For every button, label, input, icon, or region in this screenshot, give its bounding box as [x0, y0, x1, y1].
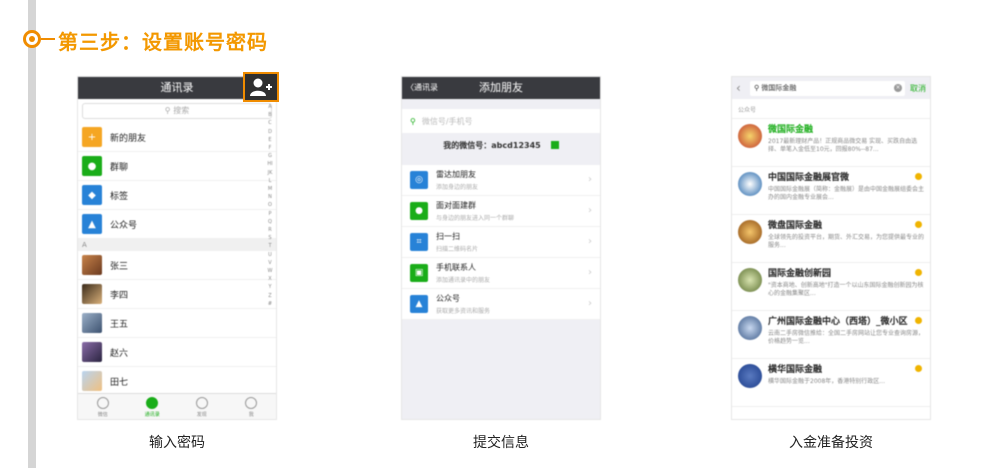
tab-bar: 微信 通讯录 发现 我: [78, 393, 276, 419]
chat-icon: [96, 397, 109, 409]
search-icon: ⚲: [410, 116, 416, 126]
account-logo: [738, 220, 762, 244]
list-item-tags[interactable]: ◆ 标签: [78, 181, 276, 210]
search-results-screenshot: ‹ ⚲ 微国际金融 × 取消 公众号 微国际金融 2017最新理财产品！正规商品微…: [731, 76, 931, 420]
add-contact-button[interactable]: [243, 72, 279, 102]
list-item[interactable]: 横华国际金融 横华国际金融于2008年，香港特别行政区...: [732, 359, 930, 407]
avatar: [82, 342, 102, 362]
person-plus-icon: [250, 78, 272, 96]
account-logo: [738, 172, 762, 196]
person-icon: [245, 397, 258, 409]
contacts-screenshot: 通讯录 ⚲ 搜索 + 新的朋友 ● 群聊 ◆ 标签 ▲ 公众号 A 张三 李四: [77, 76, 277, 420]
section-header: 公众号: [732, 99, 930, 119]
my-wechat-id: 我的微信号：abcd12345: [402, 133, 600, 157]
group-icon: ●: [410, 202, 428, 220]
caption-step-3: 入金准备投资: [789, 435, 873, 451]
tab-chats[interactable]: 微信: [78, 394, 128, 419]
caption-step-1: 输入密码: [149, 435, 205, 451]
list-item-scan[interactable]: ⌗ 扫一扫 扫描二维码名片 ›: [402, 227, 600, 258]
list-item-face-to-face[interactable]: ● 面对面建群 与身边的朋友进入同一个群聊 ›: [402, 196, 600, 227]
qr-code-icon[interactable]: [550, 141, 559, 149]
phone-book-icon: ▣: [410, 264, 428, 282]
chevron-right-icon: ›: [588, 267, 592, 278]
verified-badge-icon: [915, 317, 922, 324]
contact-row[interactable]: 张三: [78, 251, 276, 280]
contact-row[interactable]: 王五: [78, 309, 276, 338]
wechat-id-search-input[interactable]: ⚲ 微信号/手机号: [402, 109, 600, 133]
verified-badge-icon: [915, 173, 922, 180]
tab-discover[interactable]: 发现: [177, 394, 227, 419]
verified-badge-icon: [915, 269, 922, 276]
back-chevron-icon[interactable]: ‹: [736, 81, 750, 95]
tag-icon: ◆: [82, 185, 102, 205]
list-item[interactable]: 微国际金融 2017最新理财产品！正规商品微交易 实现、买跌自由选择、单笔入金低至…: [732, 119, 930, 167]
contact-row[interactable]: 李四: [78, 280, 276, 309]
chevron-right-icon: ›: [588, 205, 592, 216]
chevron-right-icon: ›: [588, 236, 592, 247]
account-logo: [738, 364, 762, 388]
alphabet-index[interactable]: ABCDEFGHIJKLMNOPQRSTUVWXYZ#: [267, 103, 273, 308]
account-logo: [738, 316, 762, 340]
verified-badge-icon: [915, 365, 922, 372]
list-item[interactable]: 广州国际金融中心（西塔）_微小区 云南二手房微信推给：全国二手房网站让您专业查询房…: [732, 311, 930, 359]
search-input[interactable]: ⚲ 微国际金融 ×: [750, 80, 905, 96]
step-title: 第三步：设置账号密码: [58, 30, 268, 54]
official-account-icon: ▲: [82, 214, 102, 234]
list-item[interactable]: 中国国际金融展官微 中国国际金融展（简称：金融展）是由中国金融展组委会主办的国内金…: [732, 167, 930, 215]
list-item-official-accounts[interactable]: ▲ 公众号 获取更多资讯和服务 ›: [402, 289, 600, 320]
contacts-icon: [146, 397, 159, 409]
avatar: [82, 255, 102, 275]
clear-icon[interactable]: ×: [894, 83, 902, 92]
list-item-radar[interactable]: ◎ 雷达加朋友 添加身边的朋友 ›: [402, 165, 600, 196]
list-item-new-friends[interactable]: + 新的朋友: [78, 123, 276, 152]
caption-step-2: 提交信息: [473, 435, 529, 451]
step-connector: [41, 38, 55, 40]
avatar: [82, 284, 102, 304]
add-friend-screenshot: 〈通讯录 添加朋友 ⚲ 微信号/手机号 我的微信号：abcd12345 ◎ 雷达…: [401, 76, 601, 420]
list-item-group-chat[interactable]: ● 群聊: [78, 152, 276, 181]
contact-row[interactable]: 田七: [78, 367, 276, 396]
page-title: 添加朋友: [479, 81, 523, 94]
list-item[interactable]: 国际金融创新园 "资本商地、创新高地"打造一个以山东国际金融创新园为核心的金融集聚…: [732, 263, 930, 311]
section-header: A: [78, 239, 276, 251]
contacts-search-input[interactable]: ⚲ 搜索: [82, 103, 272, 119]
tab-contacts[interactable]: 通讯录: [128, 394, 178, 419]
tab-me[interactable]: 我: [227, 394, 277, 419]
list-item-phone-contacts[interactable]: ▣ 手机联系人 添加通讯录中的朋友 ›: [402, 258, 600, 289]
chevron-right-icon: ›: [588, 298, 592, 309]
scan-icon: ⌗: [410, 233, 428, 251]
timeline-rail: [28, 0, 36, 468]
avatar: [82, 313, 102, 333]
verified-badge-icon: [915, 221, 922, 228]
radar-icon: ◎: [410, 171, 428, 189]
chevron-right-icon: ›: [588, 174, 592, 185]
group-icon: ●: [82, 156, 102, 176]
person-plus-icon: +: [82, 127, 102, 147]
contacts-list: + 新的朋友 ● 群聊 ◆ 标签 ▲ 公众号 A 张三 李四 王五 赵六 田七: [78, 123, 276, 396]
contact-row[interactable]: 赵六: [78, 338, 276, 367]
search-icon: ⚲: [164, 106, 174, 115]
add-friend-options: ◎ 雷达加朋友 添加身边的朋友 › ● 面对面建群 与身边的朋友进入同一个群聊 › …: [402, 165, 600, 320]
official-account-icon: ▲: [410, 295, 428, 313]
step-marker-icon: [23, 30, 41, 48]
cancel-button[interactable]: 取消: [910, 83, 926, 94]
account-logo: [738, 268, 762, 292]
compass-icon: [195, 397, 208, 409]
search-bar: ‹ ⚲ 微国际金融 × 取消: [732, 77, 930, 99]
account-logo: [738, 124, 762, 148]
list-item-official-accounts[interactable]: ▲ 公众号: [78, 210, 276, 239]
add-friend-header: 〈通讯录 添加朋友: [402, 77, 600, 99]
list-item[interactable]: 微盘国际金融 全球领先的投资平台，期货、外汇交易，为您提供最专业的服务...: [732, 215, 930, 263]
avatar: [82, 371, 102, 391]
